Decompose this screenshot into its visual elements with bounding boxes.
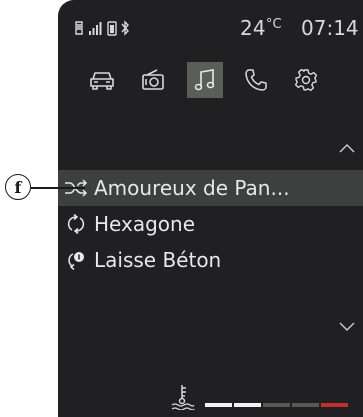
gauge-segment: [292, 403, 319, 407]
infotainment-screen: 24°C 07:14 Amoureux de Pan... Hexagone L…: [58, 0, 363, 417]
gauge-segment: [234, 403, 261, 407]
repeat-one-icon: [68, 252, 84, 270]
repeat-icon: [67, 214, 85, 234]
track-row-1[interactable]: Amoureux de Pan...: [58, 170, 363, 206]
gear-icon: [294, 68, 318, 92]
temperature-unit: °C: [265, 17, 282, 32]
temperature-value: 24: [240, 16, 266, 40]
tab-radio[interactable]: [135, 62, 171, 98]
category-tabs: [58, 62, 363, 108]
music-note-icon: [194, 69, 215, 91]
scroll-down-icon[interactable]: [338, 320, 356, 332]
bluetooth-icon: [121, 20, 129, 36]
status-bar: 24°C 07:14: [58, 0, 363, 62]
tab-settings[interactable]: [288, 62, 324, 98]
track-title: Amoureux de Pan...: [94, 176, 290, 200]
tab-phone[interactable]: [238, 62, 274, 98]
signal-icon: [89, 22, 102, 35]
coolant-temperature-icon: [171, 385, 195, 410]
clock: 07:14: [301, 16, 359, 40]
coolant-temperature-gauge: [58, 380, 363, 417]
phone-battery-icon: [107, 21, 117, 36]
callout-f: f: [5, 174, 31, 200]
gps-icon: [75, 21, 83, 35]
track-list: Amoureux de Pan... Hexagone Laisse Béton: [58, 170, 363, 278]
radio-icon: [142, 69, 164, 90]
status-icons: [73, 20, 130, 36]
gauge-segment: [263, 403, 290, 407]
tab-media[interactable]: [187, 62, 223, 98]
track-title: Laisse Béton: [94, 248, 222, 272]
track-mode-icon-wrap: [58, 206, 94, 242]
outside-temperature: 24°C: [240, 16, 285, 40]
callout-leader-line: [31, 187, 85, 189]
track-mode-icon-wrap: [58, 242, 94, 278]
track-row-3[interactable]: Laisse Béton: [58, 242, 363, 278]
car-icon: [90, 72, 114, 90]
gauge-segment-red: [321, 403, 348, 407]
tab-vehicle[interactable]: [84, 62, 120, 98]
track-row-2[interactable]: Hexagone: [58, 206, 363, 242]
track-title: Hexagone: [94, 212, 195, 236]
gauge-segment: [205, 403, 232, 407]
scroll-up-icon[interactable]: [338, 142, 356, 154]
phone-icon: [245, 69, 267, 91]
